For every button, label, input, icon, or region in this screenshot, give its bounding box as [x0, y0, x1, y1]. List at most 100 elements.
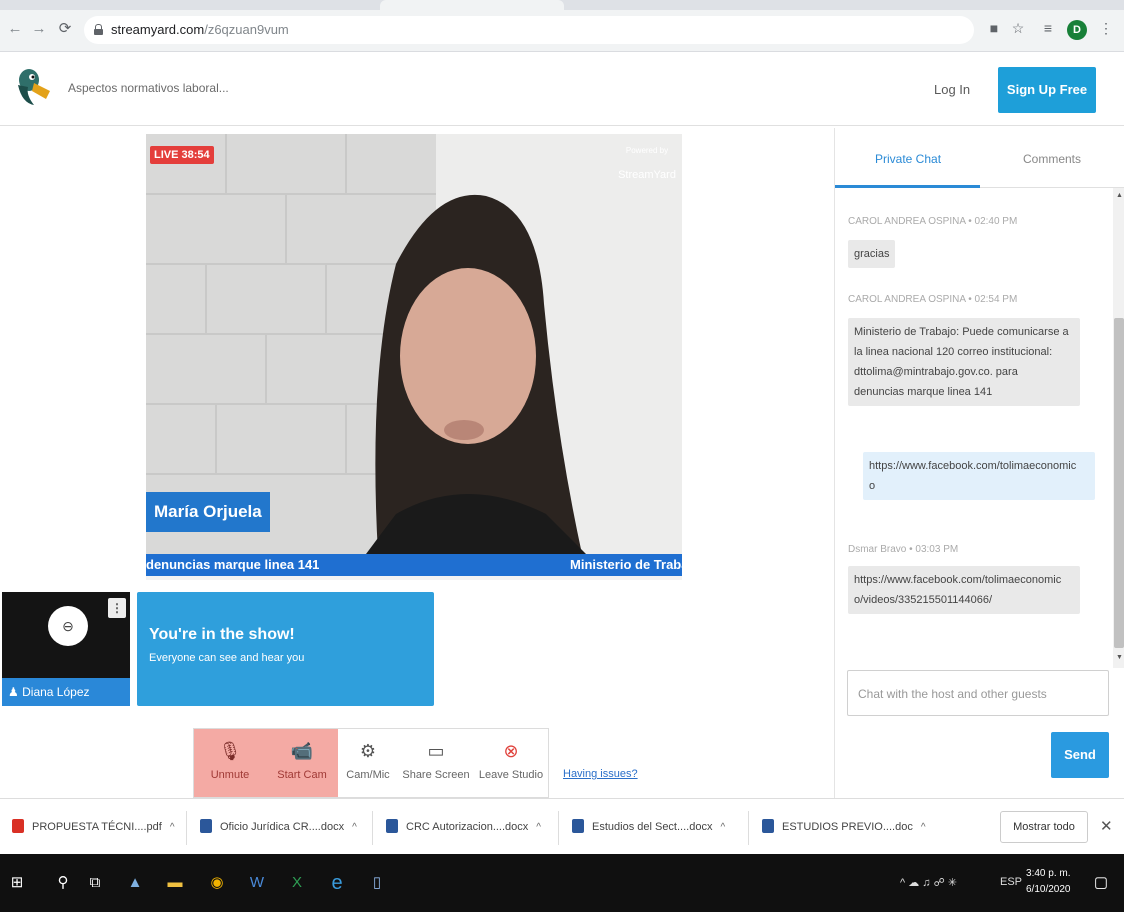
- divider: [186, 811, 187, 845]
- cam-mic-settings-button[interactable]: ⚙ Cam/Mic: [338, 729, 398, 797]
- in-show-subtitle: Everyone can see and hear you: [149, 652, 305, 664]
- message-line: Ministerio de Trabajo: Puede comunicarse…: [854, 326, 1069, 338]
- monitor-icon: ▭: [427, 741, 445, 761]
- bookmark-star-icon[interactable]: ☆: [1010, 20, 1026, 36]
- message-meta: CAROL ANDREA OSPINA • 02:54 PM: [848, 294, 1018, 305]
- chrome-icon[interactable]: ◉: [206, 872, 228, 894]
- clock-time: 3:40 p. m.: [1026, 868, 1071, 879]
- download-item[interactable]: Oficio Jurídica CR....docx ^: [200, 819, 357, 839]
- download-name: CRC Autorizacion....docx: [406, 821, 529, 833]
- broadcast-title: Aspectos normativos laboral...: [68, 81, 229, 95]
- powered-by-label: Powered by: [625, 146, 669, 155]
- scroll-down-icon[interactable]: ▼: [1116, 654, 1123, 661]
- own-message-bubble: https://www.facebook.com/tolimaeconomic …: [863, 452, 1095, 500]
- guest-name-text: Diana López: [22, 685, 90, 699]
- clock-date: 6/10/2020: [1026, 884, 1071, 895]
- pdf-file-icon: [12, 819, 24, 833]
- search-icon[interactable]: ⚲: [52, 872, 74, 894]
- message-line: o/videos/335215501144066/: [854, 594, 993, 606]
- having-issues-link[interactable]: Having issues?: [563, 768, 638, 780]
- download-name: Estudios del Sect....docx: [592, 821, 713, 833]
- browser-tab[interactable]: [380, 0, 564, 10]
- notifications-icon[interactable]: ▢: [1090, 872, 1112, 894]
- cam-mic-label: Cam/Mic: [346, 769, 390, 781]
- login-link[interactable]: Log In: [934, 82, 970, 97]
- guest-tile[interactable]: ⊖ ⋮ ♟ Diana López: [2, 592, 130, 706]
- word-icon[interactable]: W: [246, 872, 268, 894]
- scroll-up-icon[interactable]: ▲: [1116, 192, 1123, 199]
- share-screen-button[interactable]: ▭ Share Screen: [398, 729, 474, 797]
- divider: [748, 811, 749, 845]
- chevron-up-icon[interactable]: ^: [170, 822, 175, 833]
- message-meta: Dsmar Bravo • 03:03 PM: [848, 544, 959, 555]
- close-icon[interactable]: ✕: [1100, 817, 1113, 835]
- windows-start-icon[interactable]: ⊞: [6, 872, 28, 894]
- task-view-icon[interactable]: ⧉: [84, 872, 106, 894]
- word-file-icon: [762, 819, 774, 833]
- system-tray-icons[interactable]: ^ ☁ ♫ ☍ ✳: [900, 876, 957, 889]
- chat-scrollbar[interactable]: ▲ ▼: [1113, 188, 1124, 668]
- start-cam-label: Start Cam: [277, 769, 327, 781]
- message-line: https://www.facebook.com/tolimaeconomic: [869, 460, 1077, 472]
- reload-icon[interactable]: ⟳: [56, 20, 74, 38]
- tab-comments[interactable]: Comments: [1023, 152, 1081, 166]
- chat-messages: CAROL ANDREA OSPINA • 02:40 PM gracias C…: [835, 188, 1124, 668]
- download-item[interactable]: ESTUDIOS PREVIO....doc ^: [762, 819, 926, 839]
- chevron-up-icon[interactable]: ^: [921, 822, 926, 833]
- chat-panel: Private Chat Comments CAROL ANDREA OSPIN…: [834, 128, 1124, 798]
- lock-icon: [94, 24, 103, 35]
- browser-menu-icon[interactable]: ⋮: [1098, 20, 1114, 36]
- chevron-up-icon[interactable]: ^: [536, 822, 541, 833]
- excel-icon[interactable]: X: [286, 872, 308, 894]
- back-icon[interactable]: ←: [6, 20, 24, 38]
- document-app-icon[interactable]: ▯: [366, 872, 388, 894]
- mic-off-icon: 🎙: [218, 741, 242, 761]
- forward-icon[interactable]: →: [30, 20, 48, 38]
- start-cam-button[interactable]: 📹 Start Cam: [266, 729, 338, 797]
- watermark-brand: StreamYard: [618, 169, 676, 181]
- tab-private-chat[interactable]: Private Chat: [875, 152, 941, 166]
- reading-list-icon[interactable]: ≡: [1040, 20, 1056, 36]
- presenter-video: LIVE 38:54 Powered by StreamYard María O…: [146, 134, 682, 554]
- message-bubble: gracias: [848, 240, 896, 268]
- url-path: /z6qzuan9vum: [204, 22, 289, 37]
- show-all-downloads-button[interactable]: Mostrar todo: [1000, 811, 1088, 843]
- message-line: https://www.facebook.com/tolimaeconomic: [854, 574, 1062, 586]
- file-explorer-icon[interactable]: ▬: [164, 872, 186, 894]
- url-text: streamyard.com/z6qzuan9vum: [111, 22, 289, 37]
- clock[interactable]: 3:40 p. m. 6/10/2020: [1026, 866, 1071, 898]
- scroll-thumb[interactable]: [1114, 318, 1124, 648]
- message-line: denuncias marque linea 141: [854, 386, 993, 398]
- send-button[interactable]: Send: [1051, 732, 1109, 778]
- signup-button[interactable]: Sign Up Free: [998, 67, 1096, 113]
- share-screen-label: Share Screen: [402, 769, 470, 781]
- app-header: Aspectos normativos laboral... Log In Si…: [0, 53, 1124, 126]
- download-item[interactable]: Estudios del Sect....docx ^: [572, 819, 725, 839]
- unmute-button[interactable]: 🎙 Unmute: [194, 729, 266, 797]
- chevron-up-icon[interactable]: ^: [720, 822, 725, 833]
- chevron-up-icon[interactable]: ^: [352, 822, 357, 833]
- divider: [558, 811, 559, 845]
- streamyard-logo-icon[interactable]: [12, 65, 52, 109]
- ticker-right-text: Ministerio de Traba: [570, 557, 682, 572]
- profile-avatar[interactable]: D: [1067, 20, 1087, 40]
- guest-options-menu-icon[interactable]: ⋮: [108, 598, 126, 618]
- person-icon: ♟: [8, 685, 19, 699]
- download-item[interactable]: PROPUESTA TÉCNI....pdf ^: [12, 819, 175, 839]
- in-show-notice: You're in the show! Everyone can see and…: [137, 592, 434, 706]
- chat-input[interactable]: Chat with the host and other guests: [847, 670, 1109, 716]
- language-indicator[interactable]: ESP: [1000, 876, 1022, 888]
- user-avatar-icon: ⊖: [48, 606, 88, 646]
- presenter-video-frame: [146, 134, 682, 554]
- address-bar[interactable]: streamyard.com/z6qzuan9vum: [84, 16, 974, 44]
- studio-toolbar: 🎙 Unmute 📹 Start Cam ⚙ Cam/Mic ▭ Share S…: [193, 728, 549, 798]
- download-name: PROPUESTA TÉCNI....pdf: [32, 821, 162, 833]
- word-file-icon: [200, 819, 212, 833]
- internet-explorer-icon[interactable]: e: [326, 872, 348, 894]
- download-item[interactable]: CRC Autorizacion....docx ^: [386, 819, 541, 839]
- camera-indicator-icon[interactable]: ■: [986, 20, 1002, 36]
- leave-studio-button[interactable]: ⊗ Leave Studio: [474, 729, 548, 797]
- message-meta: CAROL ANDREA OSPINA • 02:40 PM: [848, 216, 1018, 227]
- app-icon[interactable]: ▲: [124, 872, 146, 894]
- word-file-icon: [386, 819, 398, 833]
